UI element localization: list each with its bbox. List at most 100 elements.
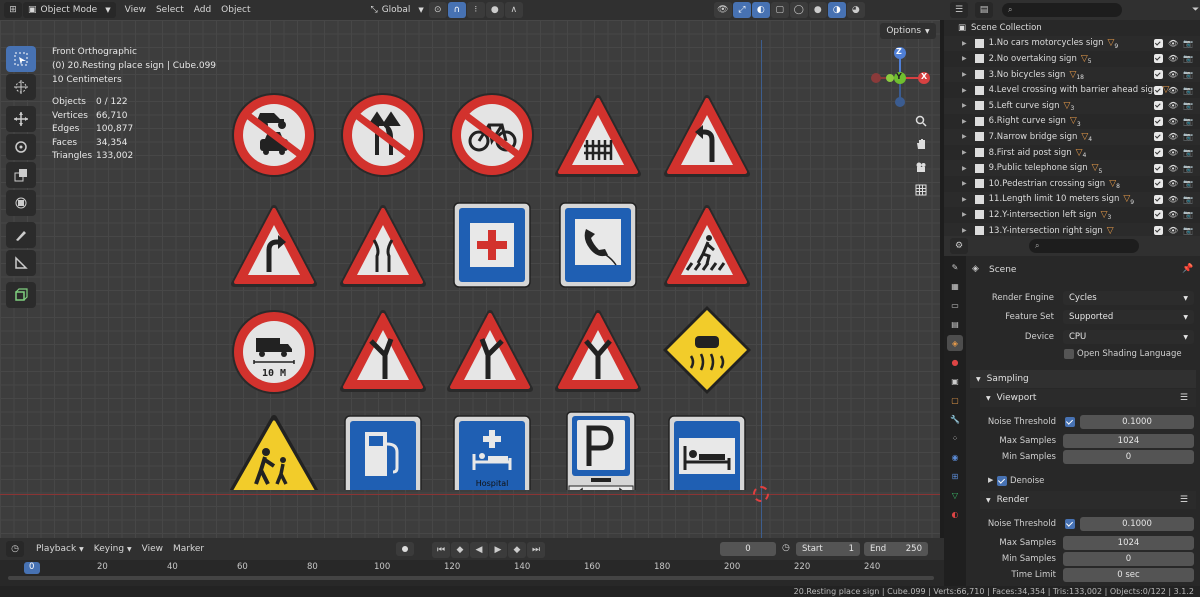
r-noise-threshold-field[interactable]: 0.1000	[1080, 517, 1194, 531]
r-noise-threshold-checkbox[interactable]	[1065, 519, 1075, 529]
annotate-icon[interactable]	[6, 222, 36, 248]
data-tab-icon[interactable]: ▽	[947, 487, 963, 503]
chevron-right-icon[interactable]: ▶	[962, 165, 967, 172]
level-crossing-barrier-sign[interactable]	[558, 98, 638, 174]
play-icon[interactable]: ▶	[489, 542, 507, 558]
grid-view-icon[interactable]	[910, 179, 932, 201]
options-button[interactable]: Options ▼	[880, 23, 936, 39]
collection-checkbox-icon[interactable]	[974, 148, 984, 158]
gizmo-icon[interactable]: ⤢	[732, 2, 751, 18]
prev-keyframe-icon[interactable]: ◆	[451, 542, 469, 558]
y-intersection-right-sign[interactable]	[450, 313, 530, 389]
eye-icon[interactable]: 👁	[1168, 226, 1178, 235]
camera-render-icon[interactable]: 📷	[1183, 195, 1193, 204]
list-icon[interactable]: ☰	[1180, 495, 1188, 505]
properties-editor-icon[interactable]: ⚙	[950, 238, 968, 254]
pedestrian-crossing-sign[interactable]	[667, 208, 747, 284]
camera-render-icon[interactable]: 📷	[1183, 226, 1193, 235]
scale-icon[interactable]	[6, 162, 36, 188]
collection-checkbox-icon[interactable]	[974, 132, 984, 142]
eye-icon[interactable]: 👁	[1168, 117, 1178, 126]
chevron-right-icon[interactable]: ▶	[962, 180, 967, 187]
next-keyframe-icon[interactable]: ◆	[508, 542, 526, 558]
vp-max-samples-field[interactable]: 1024	[1063, 434, 1194, 448]
outliner-item[interactable]: ▶ 5.Left curve sign ▽ 3 👁 📷	[944, 97, 1200, 114]
collection-checkbox-icon[interactable]	[974, 226, 984, 236]
render-subpanel-header[interactable]: ▼ Render ☰	[980, 491, 1196, 509]
eye-icon[interactable]: 👁	[1168, 54, 1178, 63]
rotate-icon[interactable]	[6, 134, 36, 160]
chevron-right-icon[interactable]: ▶	[962, 149, 967, 156]
rendered-shading-icon[interactable]: ◕	[846, 2, 865, 18]
collection-tab-icon[interactable]: ▣	[947, 373, 963, 389]
y-intersection-sign[interactable]	[558, 313, 638, 389]
no-cars-motorcycles-sign[interactable]	[232, 93, 316, 177]
menu-marker[interactable]: Marker	[168, 541, 209, 557]
camera-render-icon[interactable]: 📷	[1183, 54, 1193, 63]
eye-icon[interactable]: 👁	[1168, 195, 1178, 204]
properties-search-input[interactable]: ⌕	[1029, 239, 1139, 253]
sampling-panel-header[interactable]: ▼ Sampling	[970, 370, 1196, 388]
outliner-item[interactable]: ▶ 12.Y-intersection left sign ▽ 3 👁 📷	[944, 207, 1200, 223]
eye-icon[interactable]: 👁	[1168, 179, 1178, 188]
menu-add[interactable]: Add	[189, 2, 216, 18]
exclude-checkbox[interactable]	[1154, 148, 1163, 158]
output-tab-icon[interactable]: ▭	[947, 297, 963, 313]
particles-tab-icon[interactable]: ⁘	[947, 430, 963, 446]
camera-render-icon[interactable]: 📷	[1183, 210, 1193, 219]
viewport-subpanel-header[interactable]: ▼ Viewport ☰	[980, 389, 1196, 407]
material-shading-icon[interactable]: ◑	[827, 2, 846, 18]
object-tab-icon[interactable]: ▢	[947, 392, 963, 408]
exclude-checkbox[interactable]	[1154, 210, 1163, 220]
timeline-scrollbar[interactable]	[8, 576, 934, 580]
jump-end-icon[interactable]: ⏭	[527, 542, 545, 558]
chevron-right-icon[interactable]: ▶	[962, 211, 967, 218]
time-limit-field[interactable]: 0 sec	[1063, 568, 1194, 582]
exclude-checkbox[interactable]	[1154, 85, 1163, 95]
narrow-bridge-sign[interactable]	[343, 208, 423, 284]
menu-timeline-view[interactable]: View	[137, 541, 168, 557]
pan-hand-icon[interactable]	[910, 133, 932, 155]
no-bicycles-sign[interactable]	[450, 93, 534, 177]
material-tab-icon[interactable]: ◐	[947, 506, 963, 522]
no-overtaking-sign[interactable]	[341, 93, 425, 177]
right-curve-sign[interactable]	[234, 208, 314, 284]
overlay-icon[interactable]: ◐	[751, 2, 770, 18]
record-icon[interactable]	[396, 542, 414, 556]
eye-icon[interactable]: 👁	[1168, 39, 1178, 48]
petrol-station-sign[interactable]	[344, 415, 422, 501]
collection-checkbox-icon[interactable]	[974, 210, 984, 220]
scene-collection-row[interactable]: ▣ Scene Collection	[944, 20, 1200, 36]
chevron-right-icon[interactable]: ▶	[962, 227, 967, 234]
collection-checkbox-icon[interactable]	[974, 85, 984, 95]
list-icon[interactable]: ☰	[1180, 393, 1188, 403]
vp-noise-threshold-field[interactable]: 0.1000	[1080, 415, 1194, 429]
eye-icon[interactable]: 👁	[1168, 132, 1178, 141]
menu-playback[interactable]: Playback ▼	[31, 541, 89, 557]
display-mode-icon[interactable]: ▤	[975, 2, 993, 18]
falloff-icon[interactable]: ∧	[504, 2, 523, 18]
exclude-checkbox[interactable]	[1154, 132, 1163, 142]
select-box-icon[interactable]	[6, 46, 36, 72]
menu-keying[interactable]: Keying ▼	[89, 541, 137, 557]
end-frame-field[interactable]: End 250	[864, 542, 928, 556]
camera-render-icon[interactable]: 📷	[1183, 70, 1193, 79]
outliner-editor-icon[interactable]: ☰	[950, 2, 968, 18]
camera-render-icon[interactable]: 📷	[1183, 148, 1193, 157]
r-min-samples-field[interactable]: 0	[1063, 552, 1194, 566]
xray-icon[interactable]: ▢	[770, 2, 789, 18]
stopwatch-icon[interactable]: ◷	[782, 543, 790, 553]
menu-view[interactable]: View	[120, 2, 151, 18]
chevron-right-icon[interactable]: ▶	[962, 118, 967, 125]
camera-icon[interactable]	[910, 156, 932, 178]
timeline-editor-icon[interactable]: ◷	[6, 541, 24, 557]
denoise-checkbox[interactable]	[997, 476, 1007, 486]
chevron-right-icon[interactable]: ▶	[962, 133, 967, 140]
collection-checkbox-icon[interactable]	[974, 70, 984, 80]
eye-icon[interactable]: 👁	[1168, 164, 1178, 173]
r-max-samples-field[interactable]: 1024	[1063, 536, 1194, 550]
visibility-icon[interactable]: 👁	[713, 2, 732, 18]
exclude-checkbox[interactable]	[1154, 163, 1163, 173]
filter-icon[interactable]: ⏷	[1192, 5, 1199, 15]
snap-icon[interactable]: ∩	[447, 2, 466, 18]
